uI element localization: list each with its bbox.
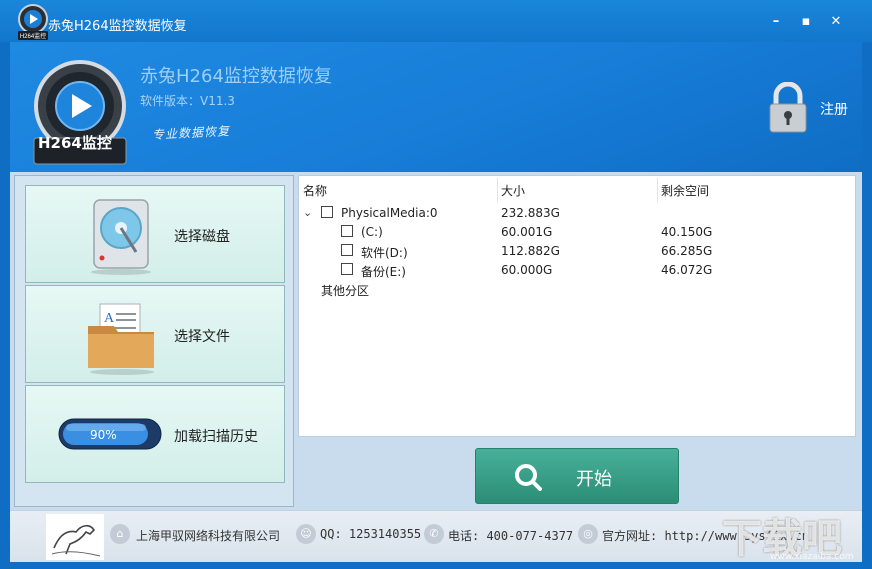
- disk-tree[interactable]: 名称 大小 剩余空间 ⌄ PhysicalMedia:0 232.883G (C…: [298, 175, 856, 437]
- tree-item-free: 46.072G: [661, 263, 713, 277]
- qq-icon: ☺: [296, 524, 316, 544]
- qq-number: QQ: 1253140355: [320, 527, 422, 541]
- search-icon: [515, 464, 542, 491]
- tree-row-other[interactable]: 其他分区: [299, 280, 855, 299]
- company-icon: ⌂: [110, 524, 130, 544]
- folder-icon: A: [88, 303, 154, 375]
- tree-item-free: 66.285G: [661, 244, 713, 258]
- tree-item-name: PhysicalMedia:0: [341, 206, 438, 220]
- maximize-icon[interactable]: ▪: [796, 12, 816, 32]
- tree-item-name: 备份(E:): [361, 265, 406, 279]
- select-file-label: 选择文件: [174, 329, 230, 345]
- column-header-name[interactable]: 名称: [303, 182, 327, 199]
- close-icon[interactable]: ✕: [826, 12, 846, 32]
- app-version: 软件版本：V11.3: [140, 94, 235, 108]
- phone-icon: ✆: [424, 524, 444, 544]
- tree-item-name: (C:): [361, 225, 383, 239]
- phone-number: 电话: 400-077-4377: [448, 529, 574, 543]
- column-header-free[interactable]: 剩余空间: [661, 182, 709, 199]
- company-name: 上海甲驭网络科技有限公司: [136, 529, 281, 543]
- globe-icon: ◎: [578, 524, 598, 544]
- app-logo-icon: H264监控: [18, 4, 48, 40]
- checkbox[interactable]: [341, 263, 353, 275]
- tree-item-size: 60.000G: [501, 263, 553, 277]
- company-logo-icon: [46, 514, 104, 560]
- load-scan-history-button[interactable]: 90% 加载扫描历史: [25, 385, 285, 483]
- lock-icon[interactable]: [766, 82, 810, 134]
- checkbox[interactable]: [321, 206, 333, 218]
- svg-text:H264监控: H264监控: [20, 32, 46, 40]
- minimize-icon[interactable]: –: [766, 12, 786, 32]
- header-banner: H264监控 赤兔H264监控数据恢复 软件版本：V11.3 专业数据恢复 注册: [10, 42, 862, 172]
- register-link[interactable]: 注册: [820, 99, 848, 119]
- action-panel: 选择磁盘 A 选择文件 90% 加载扫描历史: [14, 175, 294, 507]
- load-scan-history-label: 加载扫描历史: [174, 429, 258, 445]
- column-header-size[interactable]: 大小: [501, 182, 525, 199]
- window-title: 赤兔H264监控数据恢复: [48, 19, 187, 34]
- tree-row-root[interactable]: ⌄ PhysicalMedia:0 232.883G: [299, 204, 855, 223]
- app-name: 赤兔H264监控数据恢复: [140, 66, 332, 87]
- chevron-down-icon[interactable]: ⌄: [303, 206, 312, 219]
- tree-item-size: 60.001G: [501, 225, 553, 239]
- tree-item-size: 112.882G: [501, 244, 560, 258]
- start-button[interactable]: 开始: [475, 448, 679, 504]
- tree-row-partition[interactable]: (C:) 60.001G 40.150G: [299, 223, 855, 242]
- tree-item-size: 232.883G: [501, 206, 560, 220]
- product-logo-label: H264监控: [38, 134, 112, 152]
- column-divider: [497, 178, 498, 202]
- checkbox[interactable]: [341, 244, 353, 256]
- select-disk-label: 选择磁盘: [174, 229, 230, 245]
- disk-icon: [91, 199, 151, 275]
- title-bar: H264监控 赤兔H264监控数据恢复 – ▪ ✕: [0, 0, 872, 42]
- column-divider: [657, 178, 658, 202]
- tree-item-name: 软件(D:): [361, 246, 408, 260]
- svg-text:A: A: [104, 311, 115, 326]
- checkbox[interactable]: [341, 225, 353, 237]
- window-border: [0, 562, 872, 569]
- watermark-url: www.xiazaiba.com: [770, 552, 854, 562]
- main-area: 选择磁盘 A 选择文件 90% 加载扫描历史 名称 大小 剩余空间 ⌄ Phys…: [10, 172, 862, 510]
- tree-row-partition[interactable]: 软件(D:) 112.882G 66.285G: [299, 242, 855, 261]
- select-file-button[interactable]: A 选择文件: [25, 285, 285, 383]
- tree-item-name: 其他分区: [321, 284, 370, 298]
- select-disk-button[interactable]: 选择磁盘: [25, 185, 285, 283]
- progress-text: 90%: [90, 428, 117, 442]
- app-slogan: 专业数据恢复: [151, 123, 231, 143]
- tree-row-partition[interactable]: 备份(E:) 60.000G 46.072G: [299, 261, 855, 280]
- tree-item-free: 40.150G: [661, 225, 713, 239]
- start-button-label: 开始: [576, 469, 612, 490]
